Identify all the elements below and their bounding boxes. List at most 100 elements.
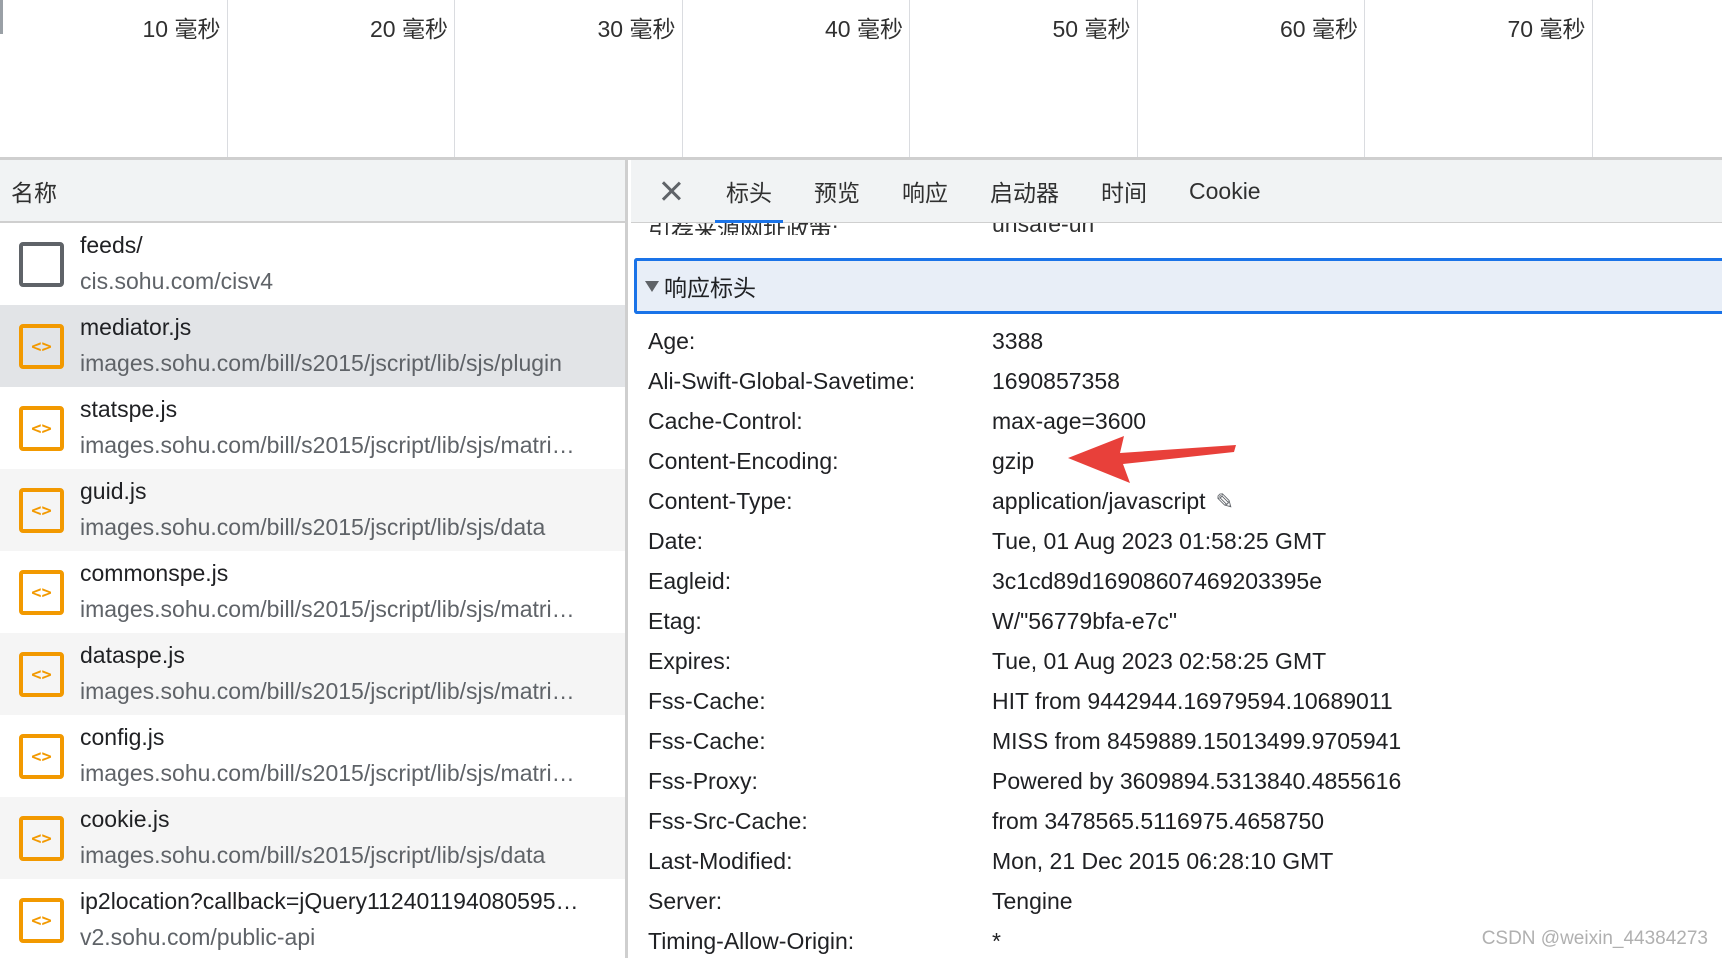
request-list[interactable]: 名称 feeds/cis.sohu.com/cisv4 <> mediator.js… (0, 160, 628, 958)
request-row[interactable]: <> cookie.js images.sohu.com/bill/s2015/js… (0, 797, 625, 879)
response-header-row: Date: Tue, 01 Aug 2023 01:58:25 GMT (631, 522, 1722, 562)
request-path: images.sohu.com/bill/s2015/jscript/lib/s… (80, 432, 575, 458)
request-row[interactable]: feeds/cis.sohu.com/cisv4 (0, 223, 625, 305)
cutoff-header-key: 引荐来源网址政策: (648, 223, 838, 235)
header-key: Etag: (648, 608, 702, 634)
request-path: v2.sohu.com/public-api (80, 924, 316, 950)
header-value-text: * (992, 928, 1001, 954)
header-key: Timing-Allow-Origin: (648, 928, 855, 954)
script-icon: <> (19, 734, 64, 779)
header-value: application/javascript ✎ (992, 488, 1234, 515)
header-value-text: Tue, 01 Aug 2023 02:58:25 GMT (992, 648, 1327, 674)
header-value: Tengine (992, 888, 1073, 915)
script-icon: <> (19, 324, 64, 369)
name-column-header[interactable]: 名称 (0, 160, 625, 223)
header-key: Last-Modified: (648, 848, 793, 874)
request-row[interactable]: <> statspe.js images.sohu.com/bill/s2015/j… (0, 387, 625, 469)
header-value-text: W/"56779bfa-e7c" (992, 608, 1178, 634)
tab-2[interactable]: 响应 (881, 160, 969, 223)
cutoff-header-value: unsafe-url (992, 223, 1094, 235)
request-row[interactable]: <> commonspe.js images.sohu.com/bill/s2015… (0, 551, 625, 633)
document-icon (19, 242, 64, 287)
watermark: CSDN @weixin_44384273 (1481, 928, 1708, 949)
script-icon: <> (19, 898, 64, 943)
header-key: Fss-Cache: (648, 688, 766, 714)
response-header-row: Ali-Swift-Global-Savetime: 1690857358 (631, 362, 1722, 402)
request-name: cookie.js (80, 806, 170, 832)
timeline-tick-label: 60 毫秒 (1280, 16, 1358, 42)
response-header-row: Age: 3388 (631, 322, 1722, 362)
header-value-text: Powered by 3609894.5313840.4855616 (992, 768, 1402, 794)
cutoff-header-row: 引荐来源网址政策: unsafe-url (631, 223, 1722, 235)
timeline-tick-label: 50 毫秒 (1052, 16, 1131, 42)
header-key: Fss-Cache: (648, 728, 766, 754)
response-header-row: Last-Modified: Mon, 21 Dec 2015 06:28:10 … (631, 842, 1722, 882)
network-timeline[interactable]: 10 毫秒 20 毫秒 30 毫秒 40 毫秒 50 毫秒 60 毫秒 70 毫秒 (0, 0, 1722, 160)
header-value: Tue, 01 Aug 2023 01:58:25 GMT (992, 528, 1326, 555)
response-header-row: Etag: W/"56779bfa-e7c" (631, 602, 1722, 642)
timeline-tick-label: 20 毫秒 (370, 16, 448, 42)
header-value: MISS from 8459889.15013499.9705941 (992, 728, 1401, 755)
header-key: Date: (648, 528, 703, 554)
header-value-text: 3388 (992, 328, 1044, 354)
header-key: Age: (648, 328, 696, 354)
header-key: Expires: (648, 648, 732, 674)
header-value: gzip (992, 448, 1034, 475)
timeline-column: 50 毫秒 (910, 0, 1138, 157)
edit-pencil-icon[interactable]: ✎ (1216, 489, 1234, 515)
request-name: statspe.js (80, 396, 178, 422)
header-key: Ali-Swift-Global-Savetime: (648, 368, 916, 394)
tab-3[interactable]: 启动器 (969, 160, 1080, 223)
timeline-column: 40 毫秒 (683, 0, 910, 157)
header-value-text: from 3478565.5116975.4658750 (992, 808, 1325, 834)
request-name: ip2location?callback=jQuery1124011940805… (80, 888, 579, 914)
header-value: W/"56779bfa-e7c" (992, 608, 1177, 635)
header-value-text: Tue, 01 Aug 2023 01:58:25 GMT (992, 528, 1327, 554)
request-path: images.sohu.com/bill/s2015/jscript/lib/s… (80, 596, 575, 622)
header-key: Eagleid: (648, 568, 732, 594)
request-row[interactable]: <> guid.js images.sohu.com/bill/s2015/jscr… (0, 469, 625, 551)
timeline-tick-label: 30 毫秒 (597, 16, 676, 42)
response-header-row: Fss-Proxy: Powered by 3609894.5313840.485… (631, 762, 1722, 802)
request-name: config.js (80, 724, 165, 750)
request-row[interactable]: <> mediator.js images.sohu.com/bill/s2015/… (0, 305, 625, 387)
header-value: from 3478565.5116975.4658750 (992, 808, 1324, 835)
request-row[interactable]: <> config.js images.sohu.com/bill/s2015/js… (0, 715, 625, 797)
tab-0[interactable]: 标头 (705, 160, 793, 223)
details-tabbar: 标头 预览 响应 启动器 时间 Cookie (631, 160, 1722, 223)
header-key: Fss-Proxy: (648, 768, 758, 794)
request-details-pane: 标头预览响应启动器时间Cookie 引荐来源网址政策: unsafe-url 响… (631, 160, 1722, 958)
request-name: mediator.js (80, 314, 192, 340)
request-row[interactable]: <> dataspe.js images.sohu.com/bill/s2015/j… (0, 633, 625, 715)
tab-5[interactable]: Cookie (1168, 160, 1282, 223)
response-header-row: Fss-Cache: MISS from 8459889.15013499.970… (631, 722, 1722, 762)
header-value-text: Mon, 21 Dec 2015 06:28:10 GMT (992, 848, 1334, 874)
header-value-text: MISS from 8459889.15013499.9705941 (992, 728, 1402, 754)
script-icon: <> (19, 652, 64, 697)
header-key: Fss-Src-Cache: (648, 808, 808, 834)
tab-1[interactable]: 预览 (793, 160, 881, 223)
request-row[interactable]: <> ip2location?callback=jQuery11240119408… (0, 879, 625, 958)
tab-4[interactable]: 时间 (1080, 160, 1168, 223)
header-value: Mon, 21 Dec 2015 06:28:10 GMT (992, 848, 1333, 875)
script-icon: <> (19, 570, 64, 615)
header-value-text: 3c1cd89d16908607469203395e (992, 568, 1322, 594)
red-arrow-annotation (1068, 436, 1236, 483)
header-value-text: Tengine (992, 888, 1073, 914)
timeline-column: 60 毫秒 (1138, 0, 1365, 157)
request-path: images.sohu.com/bill/s2015/jscript/lib/s… (80, 350, 562, 376)
collapse-triangle-icon[interactable] (645, 280, 659, 292)
header-value: 3388 (992, 328, 1043, 355)
response-header-row: Fss-Cache: HIT from 9442944.16979594.1068… (631, 682, 1722, 722)
header-value: Powered by 3609894.5313840.4855616 (992, 768, 1401, 795)
timeline-tick-label: 70 毫秒 (1507, 16, 1586, 42)
header-value-text: 1690857358 (992, 368, 1120, 394)
close-details-icon[interactable] (651, 171, 691, 211)
timeline-column: 70 毫秒 (1365, 0, 1593, 157)
header-value: 3c1cd89d16908607469203395e (992, 568, 1322, 595)
response-headers-list: Age: 3388 Ali-Swift-Global-Savetime: 169085… (631, 322, 1722, 958)
request-name: dataspe.js (80, 642, 185, 668)
header-key: Cache-Control: (648, 408, 803, 434)
response-headers-section[interactable]: 响应标头 (634, 258, 1722, 314)
request-path: images.sohu.com/bill/s2015/jscript/lib/s… (80, 760, 575, 786)
